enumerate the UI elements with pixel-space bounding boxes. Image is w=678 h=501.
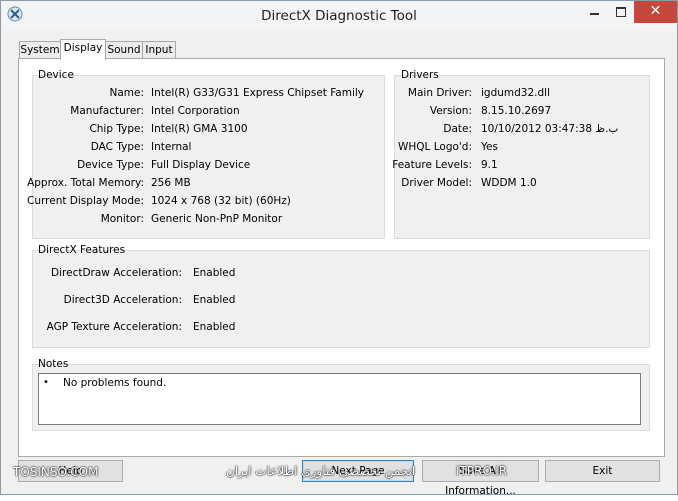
directdraw-label: DirectDraw Acceleration: xyxy=(51,267,182,279)
agp-texture-value: Enabled xyxy=(193,321,236,333)
manufacturer-value: Intel Corporation xyxy=(151,105,240,117)
feature-levels-value: 9.1 xyxy=(481,159,498,171)
chip-type-label: Chip Type: xyxy=(89,123,144,135)
main-driver-label: Main Driver: xyxy=(407,87,472,99)
agp-texture-label: AGP Texture Acceleration: xyxy=(46,321,182,333)
direct3d-value: Enabled xyxy=(193,294,236,306)
date-label: Date: xyxy=(443,123,472,135)
monitor-value: Generic Non-PnP Monitor xyxy=(151,213,283,225)
notes-item: No problems found. xyxy=(63,377,167,389)
device-group-title: Device xyxy=(38,69,74,81)
whql-label: WHQL Logo'd: xyxy=(398,141,472,153)
maximize-button[interactable] xyxy=(608,1,634,23)
direct3d-label: Direct3D Acceleration: xyxy=(63,294,182,306)
close-icon: ✕ xyxy=(649,3,662,19)
directdraw-value: Enabled xyxy=(193,267,236,279)
window-title: DirectX Diagnostic Tool xyxy=(261,8,417,24)
watermark-left: TOSINSO.COM xyxy=(13,465,99,479)
whql-value: Yes xyxy=(481,141,498,153)
drivers-group-title: Drivers xyxy=(401,69,439,81)
dac-type-value: Internal xyxy=(151,141,192,153)
dac-type-label: DAC Type: xyxy=(90,141,144,153)
dxdiag-window: DirectX Diagnostic Tool ✕ System Display… xyxy=(0,0,678,497)
driver-model-value: WDDM 1.0 xyxy=(481,177,537,189)
tab-input[interactable]: Input xyxy=(142,41,176,59)
notes-textbox[interactable]: • No problems found. xyxy=(38,373,641,425)
directx-features-title: DirectX Features xyxy=(38,244,126,256)
device-name-value: Intel(R) G33/G31 Express Chipset Family xyxy=(151,87,365,99)
drivers-group xyxy=(394,75,650,239)
device-type-label: Device Type: xyxy=(77,159,144,171)
close-button[interactable]: ✕ xyxy=(634,1,677,23)
manufacturer-label: Manufacturer: xyxy=(70,105,144,117)
chip-type-value: Intel(R) GMA 3100 xyxy=(151,123,248,135)
date-value: 10/10/2012 03:47:38 ب.ظ xyxy=(481,123,619,135)
feature-levels-label: Feature Levels: xyxy=(392,159,472,171)
minimize-button[interactable] xyxy=(581,1,608,23)
tab-sound[interactable]: Sound xyxy=(105,41,143,59)
watermark-center: انجمن تخصصی فناوری اطلاعات ایران xyxy=(226,464,416,478)
watermark-right: ITPRO.IR xyxy=(456,464,508,478)
maximize-icon xyxy=(616,7,626,17)
driver-model-label: Driver Model: xyxy=(401,177,472,189)
notes-bullet-icon: • xyxy=(43,377,49,388)
tab-display[interactable]: Display xyxy=(60,39,106,60)
display-mode-label: Current Display Mode: xyxy=(27,195,144,207)
total-memory-value: 256 MB xyxy=(151,177,191,189)
main-driver-value: igdumd32.dll xyxy=(481,87,550,99)
tab-system[interactable]: System xyxy=(19,41,61,59)
exit-button[interactable]: Exit xyxy=(545,460,660,482)
display-mode-value: 1024 x 768 (32 bit) (60Hz) xyxy=(151,195,291,207)
device-type-value: Full Display Device xyxy=(151,159,251,171)
title-bar[interactable]: DirectX Diagnostic Tool ✕ xyxy=(1,1,677,31)
device-name-label: Name: xyxy=(109,87,144,99)
minimize-icon xyxy=(590,13,599,15)
version-value: 8.15.10.2697 xyxy=(481,105,552,117)
total-memory-label: Approx. Total Memory: xyxy=(27,177,144,189)
monitor-label: Monitor: xyxy=(100,213,144,225)
version-label: Version: xyxy=(429,105,472,117)
notes-title: Notes xyxy=(38,358,69,370)
